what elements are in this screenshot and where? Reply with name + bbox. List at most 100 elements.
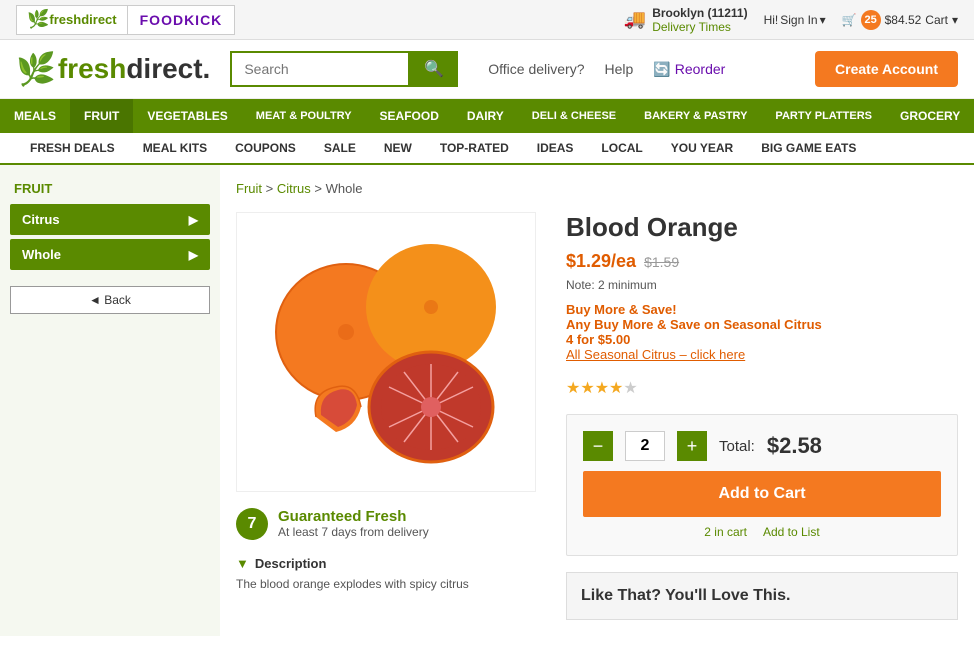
subnav-you-year[interactable]: You Year (657, 133, 747, 163)
promo-deal: Any Buy More & Save on Seasonal Citrus 4… (566, 317, 958, 347)
nav-grocery[interactable]: Grocery (886, 99, 974, 133)
love-section: Like That? You'll Love This. (566, 572, 958, 620)
price-current: $1.29/ea (566, 251, 636, 272)
help-link[interactable]: Help (605, 61, 634, 77)
subnav-local[interactable]: Local (587, 133, 656, 163)
main-navigation: Meals Fruit Vegetables Meat & Poultry Se… (0, 99, 974, 133)
product-image (256, 232, 516, 472)
sidebar-item-citrus[interactable]: Citrus ▶ (10, 204, 210, 235)
promo-title: Buy More & Save! (566, 302, 958, 317)
brand-logos: 🌿 freshdirect FOODKICK (16, 5, 235, 35)
content-area: FRUIT Citrus ▶ Whole ▶ ◄ Back Fruit > Ci… (0, 165, 974, 636)
nav-seafood[interactable]: Seafood (366, 99, 453, 133)
breadcrumb: Fruit > Citrus > Whole (236, 181, 958, 196)
nav-bakery-pastry[interactable]: Bakery & Pastry (630, 99, 761, 133)
greeting-text: Hi! (764, 13, 779, 27)
reorder-icon: 🔄 (653, 61, 670, 78)
cart-count-badge: 25 (861, 10, 881, 30)
promo-link[interactable]: All Seasonal Citrus – click here (566, 347, 958, 362)
cart-icon: 🛒 (842, 13, 857, 27)
star-2: ★ (580, 380, 594, 397)
add-to-list-link[interactable]: Add to List (763, 525, 820, 539)
top-bar-right: 🚚 Brooklyn (11211) Delivery Times Hi! Si… (624, 6, 958, 34)
star-5-empty: ★ (623, 380, 637, 397)
subnav-sale[interactable]: Sale (310, 133, 370, 163)
product-price: $1.29/ea $1.59 (566, 251, 958, 272)
love-section-title: Like That? You'll Love This. (581, 587, 943, 605)
breadcrumb-citrus[interactable]: Citrus (277, 181, 311, 196)
product-note: Note: 2 minimum (566, 278, 958, 292)
sidebar-item-whole[interactable]: Whole ▶ (10, 239, 210, 270)
promo-box: Buy More & Save! Any Buy More & Save on … (566, 302, 958, 362)
office-delivery-link[interactable]: Office delivery? (488, 61, 584, 77)
reorder-link[interactable]: 🔄 Reorder (653, 61, 725, 78)
chevron-down-icon-cart: ▾ (952, 13, 958, 27)
fd-brand-text: freshdirect (49, 12, 116, 27)
nav-dairy[interactable]: Dairy (453, 99, 518, 133)
quantity-increase-button[interactable]: + (677, 431, 707, 461)
search-input[interactable] (230, 51, 410, 87)
header: 🌿 freshdirect. 🔍 Office delivery? Help 🔄… (0, 40, 974, 99)
star-3: ★ (595, 380, 609, 397)
subnav-coupons[interactable]: Coupons (221, 133, 310, 163)
chevron-right-icon: ▶ (189, 213, 198, 227)
nav-party-platters[interactable]: Party Platters (761, 99, 886, 133)
nav-deli-cheese[interactable]: Deli & Cheese (518, 99, 630, 133)
subnav-top-rated[interactable]: Top-Rated (426, 133, 523, 163)
description-heading: ▼ Description (236, 556, 536, 571)
nav-vegetables[interactable]: Vegetables (133, 99, 241, 133)
breadcrumb-fruit[interactable]: Fruit (236, 181, 262, 196)
nav-fruit[interactable]: Fruit (70, 99, 133, 133)
create-account-button[interactable]: Create Account (815, 51, 958, 87)
logo-leaf-icon: 🌿 (16, 50, 56, 88)
fresh-title: Guaranteed Fresh (278, 508, 429, 525)
subnav-fresh-deals[interactable]: Fresh Deals (16, 133, 129, 163)
product-action-area: − + Total: $2.58 Add to Cart 2 in cart A… (566, 414, 958, 556)
main-content: Fruit > Citrus > Whole (220, 165, 974, 636)
main-logo[interactable]: 🌿 freshdirect. (16, 50, 210, 88)
cart-sub-actions: 2 in cart Add to List (583, 525, 941, 539)
product-title: Blood Orange (566, 212, 958, 243)
product-layout: 7 Guaranteed Fresh At least 7 days from … (236, 212, 958, 620)
quantity-row: − + Total: $2.58 (583, 431, 941, 461)
promo-link-anchor[interactable]: All Seasonal Citrus – click here (566, 347, 745, 362)
search-button[interactable]: 🔍 (410, 51, 458, 87)
top-bar: 🌿 freshdirect FOODKICK 🚚 Brooklyn (11211… (0, 0, 974, 40)
breadcrumb-sep-2: > (314, 181, 325, 196)
header-links: Office delivery? Help 🔄 Reorder (488, 61, 725, 78)
foodkick-logo[interactable]: FOODKICK (128, 5, 236, 35)
cart-area[interactable]: 🛒 25 $84.52 Cart ▾ (842, 10, 958, 30)
quantity-input[interactable] (625, 431, 665, 461)
subnav-ideas[interactable]: Ideas (523, 133, 588, 163)
fk-brand-text: FOODKICK (140, 12, 223, 28)
search-bar: 🔍 (230, 51, 458, 87)
nav-meals[interactable]: Meals (0, 99, 70, 133)
freshdirect-logo[interactable]: 🌿 freshdirect (16, 5, 128, 35)
breadcrumb-sep-1: > (266, 181, 277, 196)
sidebar-whole-label: Whole (22, 247, 61, 262)
delivery-info[interactable]: 🚚 Brooklyn (11211) Delivery Times (624, 6, 748, 34)
guaranteed-fresh: 7 Guaranteed Fresh At least 7 days from … (236, 508, 536, 540)
delivery-times-link[interactable]: Delivery Times (652, 20, 747, 34)
description-section: ▼ Description The blood orange explodes … (236, 556, 536, 591)
triangle-icon: ▼ (236, 556, 249, 571)
subnav-meal-kits[interactable]: Meal Kits (129, 133, 221, 163)
price-old: $1.59 (644, 254, 679, 270)
product-image-area: 7 Guaranteed Fresh At least 7 days from … (236, 212, 536, 620)
subnav-big-game-eats[interactable]: Big Game Eats (747, 133, 870, 163)
add-to-cart-button[interactable]: Add to Cart (583, 471, 941, 517)
product-image-box (236, 212, 536, 492)
sign-in-button[interactable]: Hi! Sign In ▾ (764, 13, 826, 27)
in-cart-text: 2 in cart (704, 525, 747, 539)
cart-amount: $84.52 (885, 13, 922, 27)
product-info: Blood Orange $1.29/ea $1.59 Note: 2 mini… (566, 212, 958, 620)
back-button[interactable]: ◄ Back (10, 286, 210, 314)
location-text: Brooklyn (11211) (652, 6, 747, 20)
nav-meat-poultry[interactable]: Meat & Poultry (242, 99, 366, 133)
subnav-new[interactable]: New (370, 133, 426, 163)
reorder-text: Reorder (675, 61, 726, 77)
description-text: The blood orange explodes with spicy cit… (236, 577, 536, 591)
delivery-icon: 🚚 (624, 9, 646, 30)
breadcrumb-whole: Whole (326, 181, 363, 196)
quantity-decrease-button[interactable]: − (583, 431, 613, 461)
